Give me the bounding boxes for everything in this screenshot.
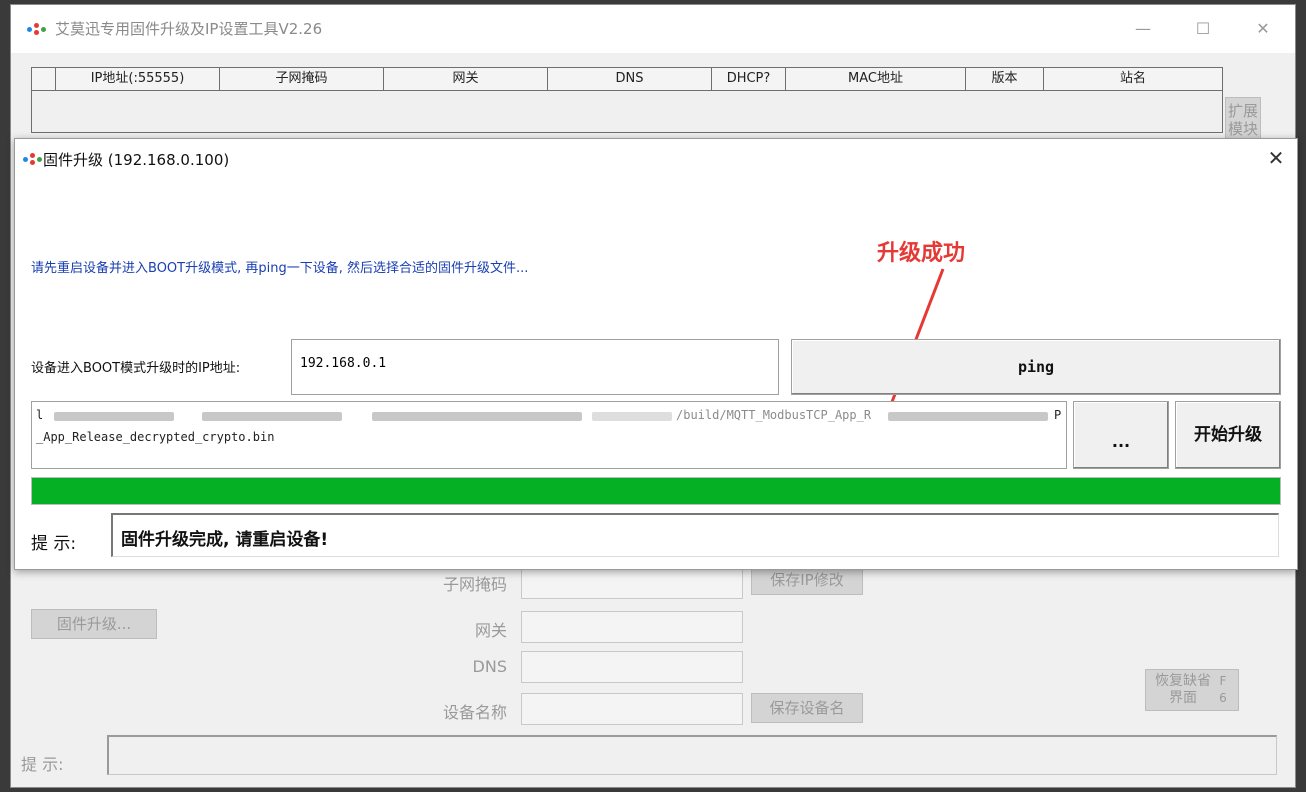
col-header-subnet[interactable]: 子网掩码 [220, 68, 384, 90]
subnet-field[interactable] [521, 567, 743, 599]
upgrade-success-annotation: 升级成功 [877, 241, 966, 266]
dialog-close-icon[interactable]: ✕ [1263, 145, 1289, 171]
device-table[interactable]: IP地址(:55555) 子网掩码 网关 DNS DHCP? MAC地址 版本 … [31, 67, 1223, 133]
dialog-hint-field: 固件升级完成, 请重启设备! [111, 513, 1279, 557]
restore-defaults-side-label: F 6 [1219, 674, 1227, 705]
redacted-segment [202, 412, 342, 421]
redacted-segment [592, 412, 672, 421]
restore-defaults-label: 恢复缺省界面 [1155, 673, 1211, 706]
col-header-mac[interactable]: MAC地址 [786, 68, 966, 90]
col-header-version[interactable]: 版本 [966, 68, 1044, 90]
boot-ip-label: 设备进入BOOT模式升级时的IP地址: [31, 361, 241, 376]
dns-label: DNS [472, 657, 507, 676]
col-header-dns[interactable]: DNS [548, 68, 712, 90]
maximize-button[interactable]: ☐ [1183, 15, 1223, 43]
device-name-field[interactable] [521, 693, 743, 725]
file-path-mid: /build/MQTT_ModbusTCP_App_R [676, 408, 872, 422]
dialog-logo-icon [23, 153, 43, 165]
redacted-segment [372, 412, 582, 421]
app-logo-icon [27, 23, 47, 35]
device-name-label: 设备名称 [442, 703, 507, 722]
boot-ip-input[interactable]: 192.168.0.1 [291, 339, 779, 395]
dialog-title: 固件升级 (192.168.0.100) [43, 151, 230, 169]
device-table-header: IP地址(:55555) 子网掩码 网关 DNS DHCP? MAC地址 版本 … [32, 68, 1222, 91]
gateway-label: 网关 [474, 621, 507, 640]
ping-button[interactable]: ping [791, 339, 1281, 395]
main-titlebar: 艾莫迅专用固件升级及IP设置工具V2.26 — ☐ ✕ [11, 5, 1295, 53]
col-header-select[interactable] [32, 68, 56, 90]
main-window-title: 艾莫迅专用固件升级及IP设置工具V2.26 [55, 20, 323, 38]
minimize-button[interactable]: — [1123, 15, 1163, 43]
close-button[interactable]: ✕ [1243, 15, 1283, 43]
main-hint-field [107, 735, 1277, 775]
browse-button[interactable]: ... [1073, 401, 1169, 469]
restore-defaults-button[interactable]: 恢复缺省界面 F 6 [1145, 669, 1239, 711]
firmware-upgrade-dialog: 固件升级 (192.168.0.100) ✕ 请先重启设备并进入BOOT升级模式… [14, 138, 1298, 570]
save-device-name-button[interactable]: 保存设备名 [751, 693, 863, 723]
redacted-segment [888, 412, 1048, 421]
col-header-station[interactable]: 站名 [1044, 68, 1222, 90]
firmware-file-path[interactable]: l /build/MQTT_ModbusTCP_App_R P _App_Rel… [31, 401, 1067, 469]
gateway-field[interactable] [521, 611, 743, 643]
start-upgrade-button[interactable]: 开始升级 [1175, 401, 1281, 469]
col-header-ip[interactable]: IP地址(:55555) [56, 68, 220, 90]
file-path-filename: _App_Release_decrypted_crypto.bin [36, 430, 275, 444]
col-header-gateway[interactable]: 网关 [384, 68, 548, 90]
dialog-hint-label: 提 示: [31, 534, 77, 554]
file-path-end: P [1054, 408, 1062, 422]
subnet-label: 子网掩码 [442, 575, 507, 594]
upgrade-progress-fill [32, 478, 1280, 504]
file-path-start: l [36, 408, 44, 422]
dns-field[interactable] [521, 651, 743, 683]
upgrade-progress-bar [31, 477, 1281, 505]
firmware-upgrade-button[interactable]: 固件升级... [31, 609, 157, 639]
instruction-text: 请先重启设备并进入BOOT升级模式, 再ping一下设备, 然后选择合适的固件升… [31, 261, 529, 276]
main-hint-label: 提 示: [21, 755, 64, 774]
redacted-segment [54, 412, 174, 421]
col-header-dhcp[interactable]: DHCP? [712, 68, 786, 90]
